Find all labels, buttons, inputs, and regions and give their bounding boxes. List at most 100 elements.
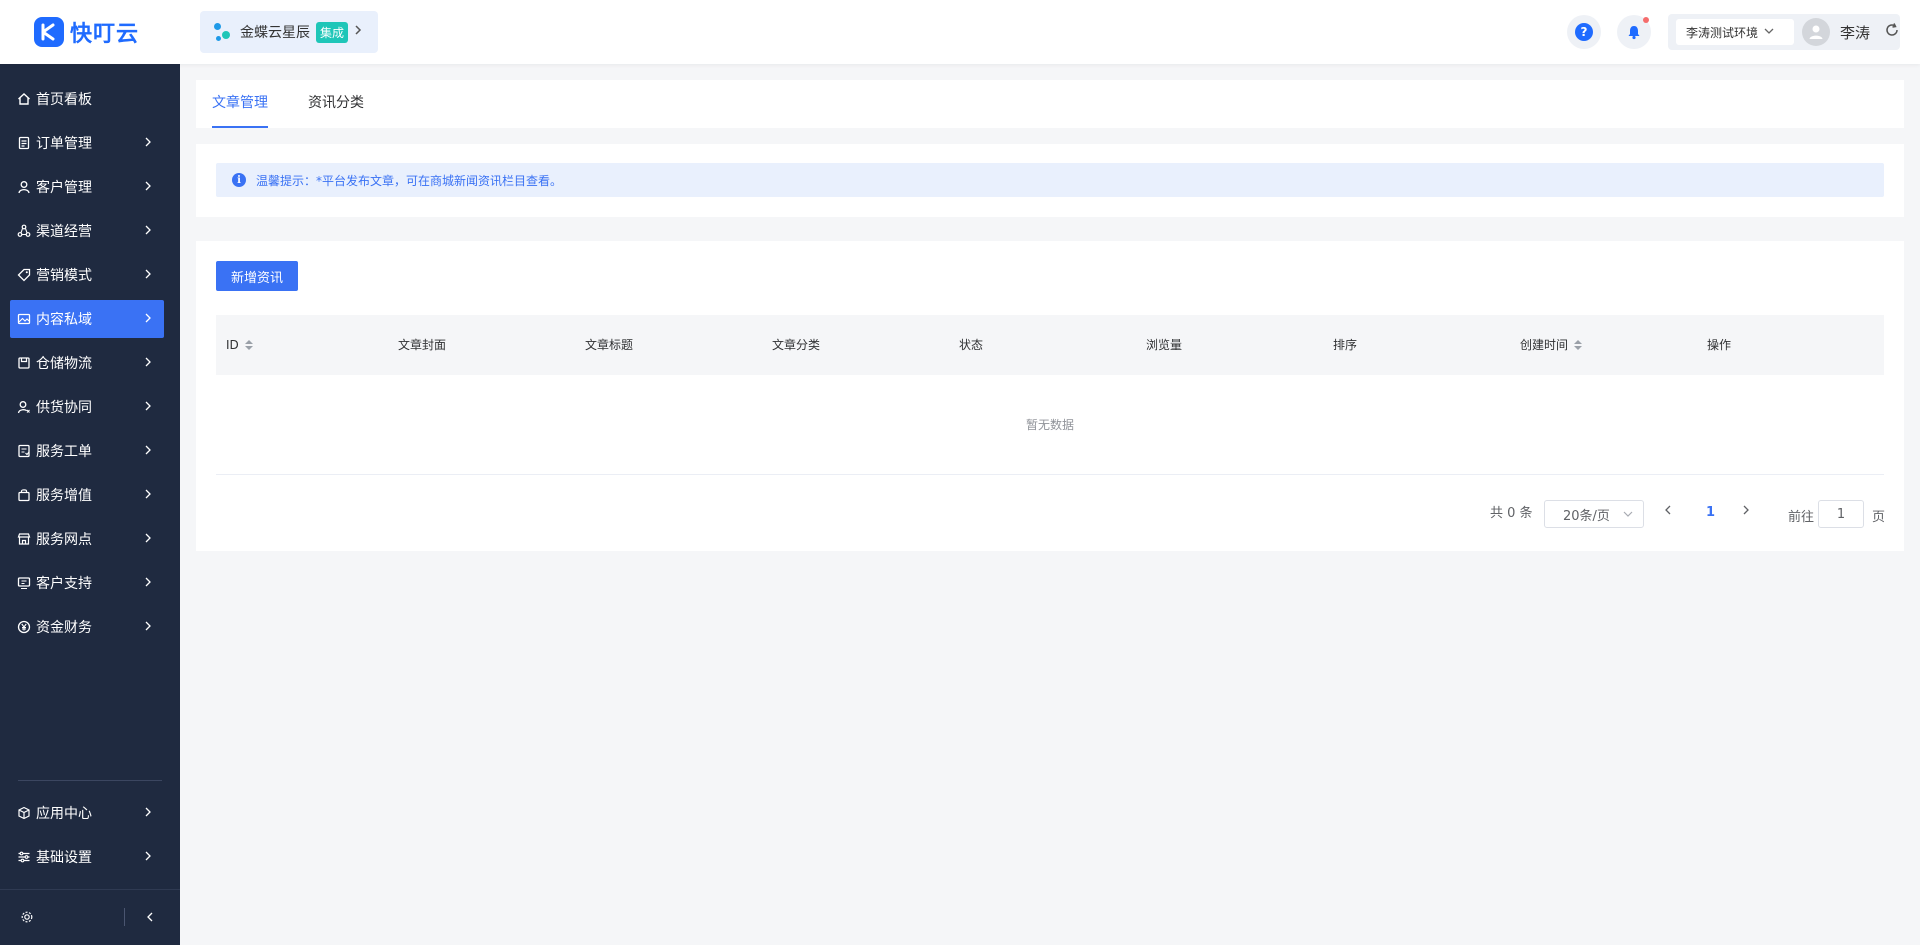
- sidebar-item-channels[interactable]: 渠道经营: [10, 212, 164, 250]
- environment-select[interactable]: 李涛测试环境: [1676, 19, 1794, 45]
- column-header-status: 状态: [959, 338, 984, 352]
- sort-icon[interactable]: [244, 340, 253, 350]
- bell-icon: [1628, 26, 1640, 40]
- refresh-icon[interactable]: [1884, 22, 1900, 42]
- chevron-right-icon: [144, 223, 152, 241]
- chevron-right-icon: [144, 487, 152, 505]
- next-page-button[interactable]: [1742, 503, 1750, 521]
- sidebar-item-value-added[interactable]: 服务增值: [10, 476, 164, 514]
- gear-icon[interactable]: [20, 910, 34, 928]
- sidebar-item-marketing[interactable]: 营销模式: [10, 256, 164, 294]
- environment-label: 李涛测试环境: [1686, 25, 1759, 40]
- sidebar-item-customer-support[interactable]: 客户支持: [10, 564, 164, 602]
- column-header-sort-order: 排序: [1333, 338, 1358, 352]
- sidebar-item-finance[interactable]: 资金财务: [10, 608, 164, 646]
- prev-page-button[interactable]: [1664, 503, 1672, 521]
- add-news-button[interactable]: 新增资讯: [216, 261, 298, 291]
- avatar[interactable]: [1801, 18, 1830, 46]
- sidebar-divider: [18, 780, 162, 781]
- sidebar-item-content[interactable]: 内容私域: [10, 300, 164, 338]
- goto-page-input[interactable]: [1818, 500, 1864, 528]
- sort-icon[interactable]: [1574, 340, 1583, 350]
- logo-icon: [34, 17, 64, 47]
- sidebar-item-warehouse[interactable]: 仓储物流: [10, 344, 164, 382]
- user-name[interactable]: 李涛: [1840, 22, 1870, 43]
- chevron-right-icon: [144, 443, 152, 461]
- sidebar-item-label: 供货协同: [36, 400, 92, 416]
- info-icon: i: [232, 173, 246, 187]
- sidebar-item-label: 营销模式: [36, 268, 92, 284]
- sidebar-item-label: 渠道经营: [36, 224, 92, 240]
- page-size-value: 20条/页: [1563, 508, 1610, 524]
- column-header-actions: 操作: [1707, 338, 1732, 352]
- top-header: 快叮云 金蝶云星辰 集成 ? 李涛测试环境 李涛: [0, 0, 1920, 64]
- chevron-right-icon: [144, 179, 152, 197]
- logo-text: 快叮云: [70, 22, 140, 47]
- sidebar-item-label: 基础设置: [36, 850, 92, 866]
- home-icon: [16, 91, 32, 107]
- collapse-sidebar-icon[interactable]: [146, 910, 154, 928]
- user-icon: [16, 179, 32, 195]
- tab-article-management[interactable]: 文章管理: [212, 80, 268, 128]
- footer-divider: [124, 908, 125, 926]
- sidebar-footer: [0, 889, 180, 945]
- chevron-down-icon: [1623, 506, 1633, 525]
- tip-text: 温馨提示：*平台发布文章，可在商城新闻资讯栏目查看。: [256, 173, 563, 188]
- tag-icon: [16, 267, 32, 283]
- chevron-right-icon: [144, 575, 152, 593]
- chevron-right-icon: [144, 619, 152, 637]
- sidebar-item-service-tickets[interactable]: 服务工单: [10, 432, 164, 470]
- chevron-right-icon: [144, 531, 152, 549]
- tip-alert: i 温馨提示：*平台发布文章，可在商城新闻资讯栏目查看。: [216, 163, 1884, 197]
- chevron-down-icon: [1764, 27, 1774, 38]
- sidebar-item-orders[interactable]: 订单管理: [10, 124, 164, 162]
- integration-switcher[interactable]: 金蝶云星辰 集成: [200, 11, 378, 53]
- column-header-created-time[interactable]: 创建时间: [1520, 315, 1583, 375]
- tabs-bar: 文章管理 资讯分类: [196, 80, 1904, 128]
- help-button[interactable]: ?: [1567, 15, 1601, 49]
- page-number-current[interactable]: 1: [1706, 505, 1715, 520]
- sidebar-item-label: 服务增值: [36, 488, 92, 504]
- settings-icon: [16, 849, 32, 865]
- chevron-right-icon: [144, 135, 152, 153]
- goto-label: 前往: [1788, 510, 1815, 525]
- notification-button[interactable]: [1617, 15, 1651, 49]
- chevron-right-icon: [354, 24, 362, 40]
- sidebar-item-label: 服务网点: [36, 532, 92, 548]
- sidebar-item-supply[interactable]: 供货协同: [10, 388, 164, 426]
- logo[interactable]: 快叮云: [34, 16, 139, 48]
- column-header-id[interactable]: ID: [226, 315, 253, 375]
- sidebar-item-label: 内容私域: [36, 312, 92, 328]
- help-icon: ?: [1575, 23, 1593, 41]
- channel-icon: [16, 223, 32, 239]
- tab-news-category[interactable]: 资讯分类: [308, 80, 364, 128]
- sidebar-item-label: 首页看板: [36, 92, 92, 108]
- chevron-right-icon: [144, 805, 152, 823]
- sidebar-item-app-center[interactable]: 应用中心: [10, 794, 164, 832]
- store-icon: [16, 531, 32, 547]
- column-label: ID: [226, 338, 239, 352]
- column-header-views: 浏览量: [1146, 338, 1183, 352]
- sidebar-item-customers[interactable]: 客户管理: [10, 168, 164, 206]
- empty-state: 暂无数据: [216, 375, 1884, 475]
- sidebar-item-dashboard[interactable]: 首页看板: [10, 80, 164, 118]
- page-size-select[interactable]: 20条/页: [1544, 500, 1644, 528]
- pagination-total: 共 0 条: [1490, 506, 1533, 521]
- column-header-title: 文章标题: [585, 338, 634, 352]
- sidebar-item-label: 仓储物流: [36, 356, 92, 372]
- integration-badge: 集成: [316, 21, 349, 43]
- order-icon: [16, 135, 32, 151]
- user-area: 李涛测试环境 李涛: [1668, 14, 1900, 50]
- chevron-right-icon: [144, 267, 152, 285]
- sidebar-item-label: 资金财务: [36, 620, 92, 636]
- notice-card: i 温馨提示：*平台发布文章，可在商城新闻资讯栏目查看。: [196, 144, 1904, 217]
- support-icon: [16, 575, 32, 591]
- bag-icon: [16, 487, 32, 503]
- chevron-right-icon: [144, 355, 152, 373]
- sidebar-item-service-outlets[interactable]: 服务网点: [10, 520, 164, 558]
- column-header-cover: 文章封面: [398, 338, 447, 352]
- sidebar-item-label: 服务工单: [36, 444, 92, 460]
- sidebar-item-basic-settings[interactable]: 基础设置: [10, 838, 164, 876]
- yen-icon: [16, 619, 32, 635]
- chevron-right-icon: [144, 311, 152, 329]
